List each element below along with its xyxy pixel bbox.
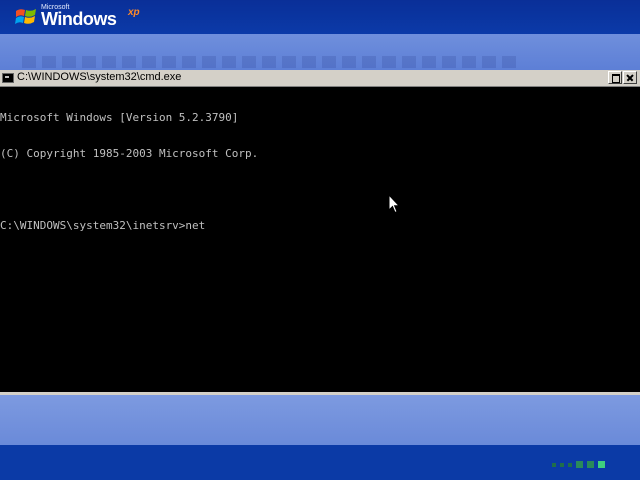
setup-title-band (0, 34, 640, 70)
close-icon[interactable] (623, 71, 637, 84)
restore-icon[interactable] (608, 71, 622, 84)
progress-dot (552, 463, 556, 467)
mouse-pointer-icon (388, 194, 400, 214)
progress-dot (560, 463, 564, 467)
obscured-setup-text (22, 56, 522, 68)
progress-dot-active (598, 461, 605, 468)
progress-dot (568, 463, 572, 467)
console-line: (C) Copyright 1985-2003 Microsoft Corp. (0, 147, 259, 160)
logo-windows-text: Windows (41, 9, 117, 29)
cmd-titlebar[interactable]: C:\WINDOWS\system32\cmd.exe (0, 70, 640, 87)
progress-dot (587, 461, 594, 468)
setup-bottom-bar (0, 445, 640, 480)
console-line: Microsoft Windows [Version 5.2.3790] (0, 111, 239, 124)
cmd-icon[interactable] (2, 73, 14, 83)
console-prompt-line: C:\WINDOWS\system32\inetsrv>net (0, 219, 206, 232)
setup-progress-indicator (552, 461, 605, 469)
cmd-window[interactable]: C:\WINDOWS\system32\cmd.exe Microsoft Wi… (0, 70, 640, 395)
setup-header-band: Microsoft Windows xp (0, 0, 640, 34)
progress-dot (576, 461, 583, 468)
setup-footer-band (0, 395, 640, 445)
cmd-window-title: C:\WINDOWS\system32\cmd.exe (17, 71, 182, 83)
logo-xp-text: xp (128, 7, 140, 18)
cmd-console-output[interactable]: Microsoft Windows [Version 5.2.3790] (C)… (0, 88, 636, 388)
windows-flag-icon (15, 9, 36, 24)
